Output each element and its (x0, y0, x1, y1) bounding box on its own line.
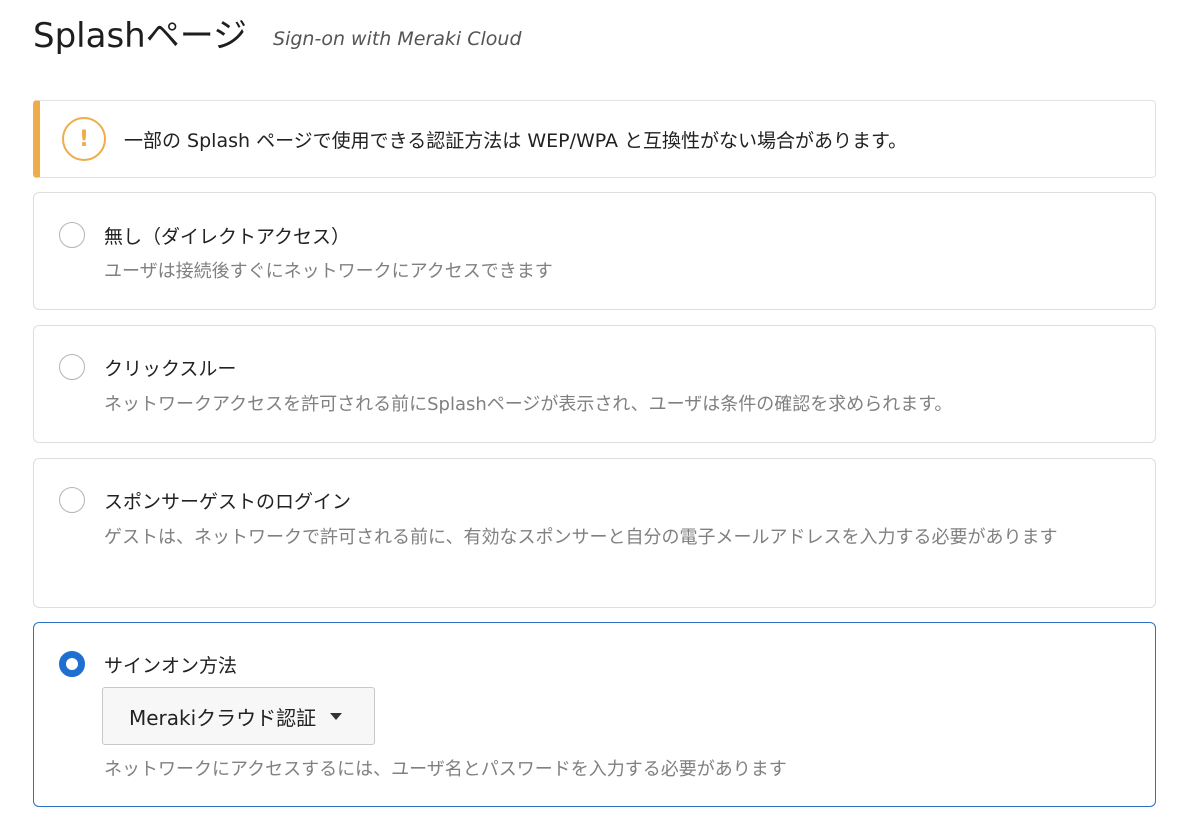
caret-down-icon (330, 712, 343, 720)
radio-direct-access[interactable] (59, 222, 85, 248)
option-description: ユーザは接続後すぐにネットワークにアクセスできます (104, 261, 553, 282)
splash-page-settings: Splashページ Sign-on with Meraki Cloud ! 一部… (33, 0, 1156, 807)
option-description: ゲストは、ネットワークで許可される前に、有効なスポンサーと自分の電子メールアドレ… (104, 527, 1058, 548)
radio-sponsored-guest-login[interactable] (59, 487, 85, 513)
option-direct-access[interactable]: 無し（ダイレクトアクセス） ユーザは接続後すぐにネットワークにアクセスできます (33, 192, 1156, 310)
compatibility-warning-banner: ! 一部の Splash ページで使用できる認証方法は WEP/WPA と互換性… (33, 100, 1156, 178)
option-title: 無し（ダイレクトアクセス） (104, 226, 351, 248)
warning-text: 一部の Splash ページで使用できる認証方法は WEP/WPA と互換性がな… (124, 129, 908, 152)
option-description: ネットワークアクセスを許可される前にSplashページが表示され、ユーザは条件の… (104, 394, 953, 415)
option-sign-on-method[interactable]: サインオン方法 Merakiクラウド認証 ネットワークにアクセスするには、ユーザ… (33, 622, 1156, 807)
option-title: クリックスルー (104, 358, 237, 380)
option-title: サインオン方法 (104, 655, 238, 677)
page-subtitle: Sign-on with Meraki Cloud (273, 28, 522, 50)
radio-click-through[interactable] (59, 354, 85, 380)
option-title: スポンサーゲストのログイン (104, 491, 352, 513)
radio-sign-on-method[interactable] (59, 651, 85, 677)
warning-icon: ! (62, 117, 106, 161)
page-title: Splashページ (33, 16, 248, 56)
page-header: Splashページ Sign-on with Meraki Cloud (33, 0, 1156, 78)
option-click-through[interactable]: クリックスルー ネットワークアクセスを許可される前にSplashページが表示され… (33, 325, 1156, 443)
option-sponsored-guest-login[interactable]: スポンサーゲストのログイン ゲストは、ネットワークで許可される前に、有効なスポン… (33, 458, 1156, 608)
dropdown-selected-value: Merakiクラウド認証 (129, 705, 317, 730)
option-description: ネットワークにアクセスするには、ユーザ名とパスワードを入力する必要があります (104, 759, 787, 780)
sign-on-method-dropdown[interactable]: Merakiクラウド認証 (102, 687, 375, 745)
